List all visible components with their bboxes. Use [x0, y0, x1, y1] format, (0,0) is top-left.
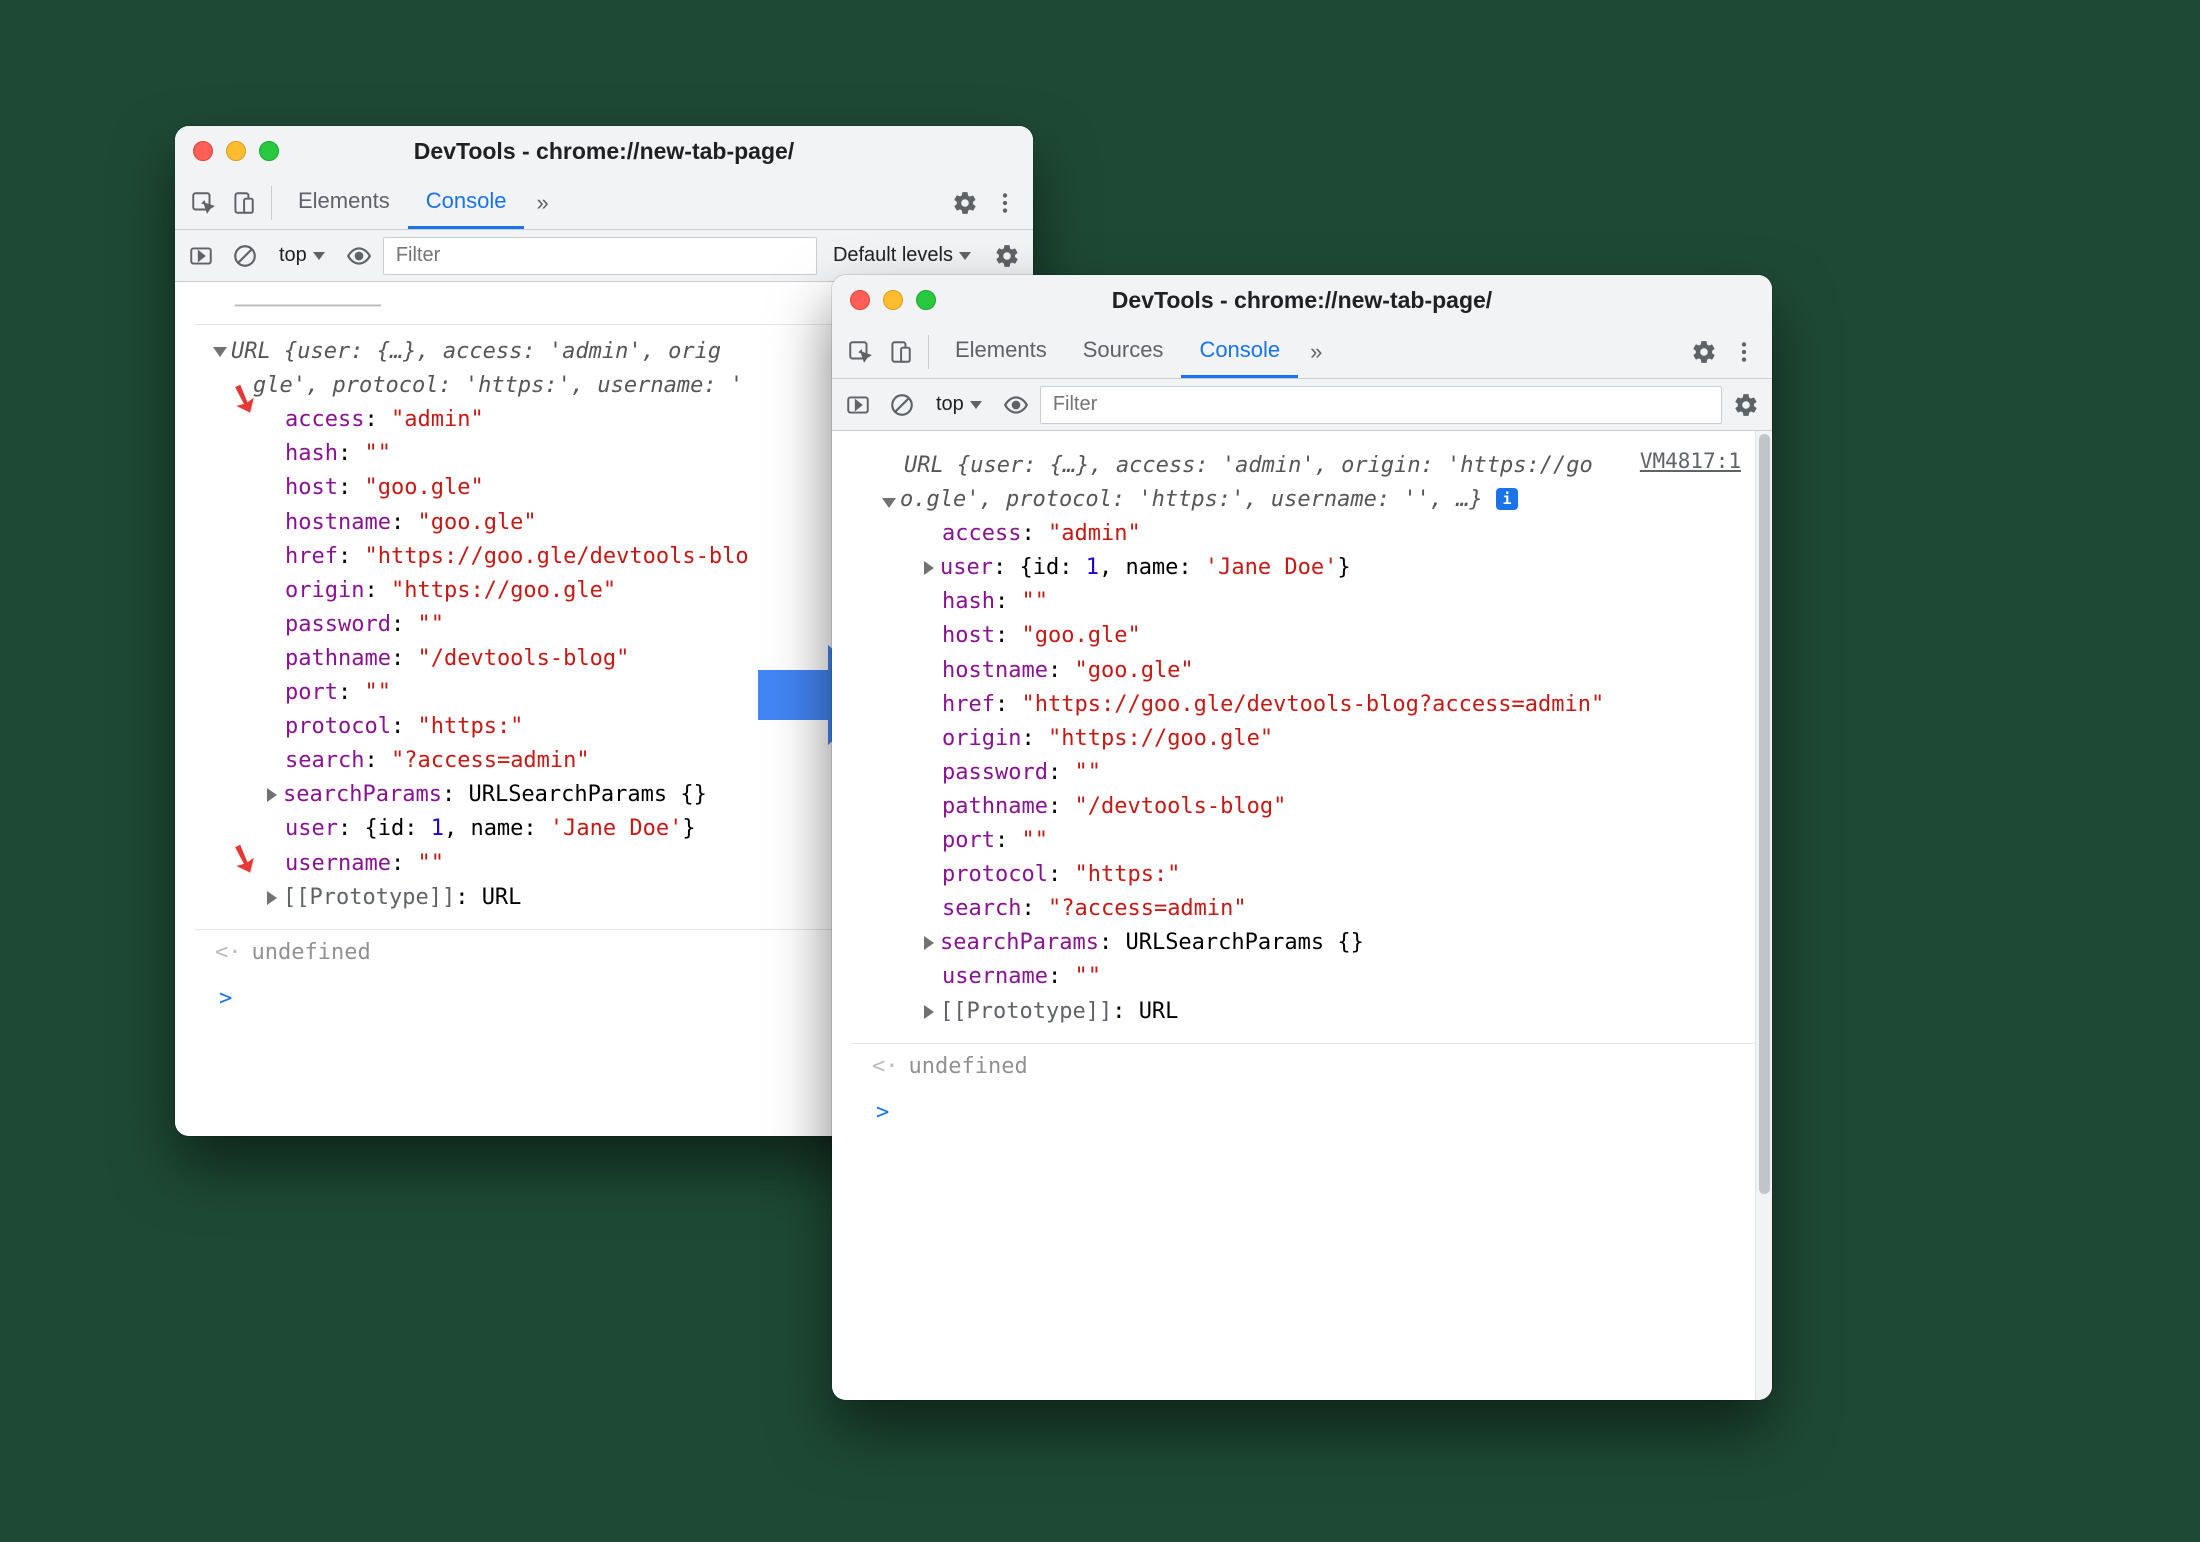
clear-console-icon[interactable] — [882, 385, 922, 425]
device-toggle-icon[interactable] — [223, 183, 263, 223]
tab-elements[interactable]: Elements — [280, 176, 408, 229]
traffic-lights — [850, 290, 936, 310]
context-label: top — [936, 393, 964, 416]
maximize-button[interactable] — [259, 141, 279, 161]
context-label: top — [279, 244, 307, 267]
prop-port[interactable]: port: "" — [852, 824, 1755, 858]
tabstrip: Elements Sources Console » — [832, 325, 1772, 379]
divider — [928, 335, 929, 369]
console-prompt[interactable]: > — [852, 1090, 1755, 1136]
context-selector[interactable]: top — [926, 389, 992, 420]
scrollbar[interactable] — [1755, 431, 1772, 1400]
titlebar: DevTools - chrome://new-tab-page/ — [832, 275, 1772, 325]
gear-icon[interactable] — [945, 183, 985, 223]
prop-hash[interactable]: hash: "" — [852, 585, 1755, 619]
console-output[interactable]: VM4817:1 URL {user: {…}, access: 'admin'… — [832, 431, 1755, 1400]
toggle-sidebar-icon[interactable] — [838, 385, 878, 425]
disclosure-triangle-icon[interactable] — [267, 788, 277, 802]
result-undefined: <·undefined — [852, 1043, 1755, 1090]
minimize-button[interactable] — [883, 290, 903, 310]
tab-console[interactable]: Console — [1181, 325, 1298, 378]
minimize-button[interactable] — [226, 141, 246, 161]
inspect-icon[interactable] — [183, 183, 223, 223]
disclosure-triangle-icon[interactable] — [267, 891, 277, 905]
gear-icon[interactable] — [1726, 385, 1766, 425]
live-expression-icon[interactable] — [996, 385, 1036, 425]
console-subbar: top — [832, 379, 1772, 431]
chevron-down-icon — [970, 401, 982, 409]
console-content: VM4817:1 URL {user: {…}, access: 'admin'… — [832, 431, 1772, 1400]
prop-host[interactable]: host: "goo.gle" — [852, 619, 1755, 653]
info-badge-icon[interactable]: i — [1496, 488, 1518, 510]
gear-icon[interactable] — [987, 236, 1027, 276]
tab-sources[interactable]: Sources — [1065, 325, 1182, 378]
disclosure-triangle-icon[interactable] — [882, 498, 896, 508]
prop-prototype[interactable]: [[Prototype]]: URL — [852, 995, 1755, 1029]
device-toggle-icon[interactable] — [880, 332, 920, 372]
prop-user[interactable]: user: {id: 1, name: 'Jane Doe'} — [852, 551, 1755, 585]
maximize-button[interactable] — [916, 290, 936, 310]
live-expression-icon[interactable] — [339, 236, 379, 276]
source-link[interactable]: VM4817:1 — [1640, 445, 1741, 478]
prop-searchparams[interactable]: searchParams: URLSearchParams {} — [852, 926, 1755, 960]
kebab-icon[interactable] — [1724, 332, 1764, 372]
filter-input[interactable] — [1040, 386, 1722, 424]
kebab-icon[interactable] — [985, 183, 1025, 223]
window-title: DevTools - chrome://new-tab-page/ — [175, 138, 1033, 165]
devtools-window-after: DevTools - chrome://new-tab-page/ Elemen… — [832, 275, 1772, 1400]
gear-icon[interactable] — [1684, 332, 1724, 372]
log-levels-selector[interactable]: Default levels — [821, 244, 983, 267]
filter-input[interactable] — [383, 237, 817, 275]
disclosure-triangle-icon[interactable] — [924, 1005, 934, 1019]
disclosure-triangle-icon[interactable] — [924, 561, 934, 575]
inspect-icon[interactable] — [840, 332, 880, 372]
levels-label: Default levels — [833, 244, 953, 267]
prop-username[interactable]: username: "" — [852, 960, 1755, 994]
window-title: DevTools - chrome://new-tab-page/ — [832, 287, 1772, 314]
prop-href[interactable]: href: "https://goo.gle/devtools-blog?acc… — [852, 688, 1755, 722]
disclosure-triangle-icon[interactable] — [213, 347, 227, 357]
disclosure-triangle-icon[interactable] — [924, 936, 934, 950]
clear-console-icon[interactable] — [225, 236, 265, 276]
tabs-overflow-icon[interactable]: » — [1298, 339, 1334, 365]
object-preview[interactable]: URL {user: {…}, access: 'admin', origin:… — [852, 449, 1755, 483]
prop-password[interactable]: password: "" — [852, 756, 1755, 790]
scrollbar-thumb[interactable] — [1759, 434, 1770, 1194]
traffic-lights — [193, 141, 279, 161]
divider — [271, 186, 272, 220]
prop-access[interactable]: access: "admin" — [852, 517, 1755, 551]
prop-pathname[interactable]: pathname: "/devtools-blog" — [852, 790, 1755, 824]
toggle-sidebar-icon[interactable] — [181, 236, 221, 276]
tabstrip: Elements Console » — [175, 176, 1033, 230]
prop-search[interactable]: search: "?access=admin" — [852, 892, 1755, 926]
close-button[interactable] — [850, 290, 870, 310]
chevron-down-icon — [959, 252, 971, 260]
tabs-overflow-icon[interactable]: » — [524, 190, 560, 216]
titlebar: DevTools - chrome://new-tab-page/ — [175, 126, 1033, 176]
prop-hostname[interactable]: hostname: "goo.gle" — [852, 654, 1755, 688]
prop-protocol[interactable]: protocol: "https:" — [852, 858, 1755, 892]
close-button[interactable] — [193, 141, 213, 161]
tab-elements[interactable]: Elements — [937, 325, 1065, 378]
tab-console[interactable]: Console — [408, 176, 525, 229]
chevron-down-icon — [313, 252, 325, 260]
prop-origin[interactable]: origin: "https://goo.gle" — [852, 722, 1755, 756]
context-selector[interactable]: top — [269, 240, 335, 271]
